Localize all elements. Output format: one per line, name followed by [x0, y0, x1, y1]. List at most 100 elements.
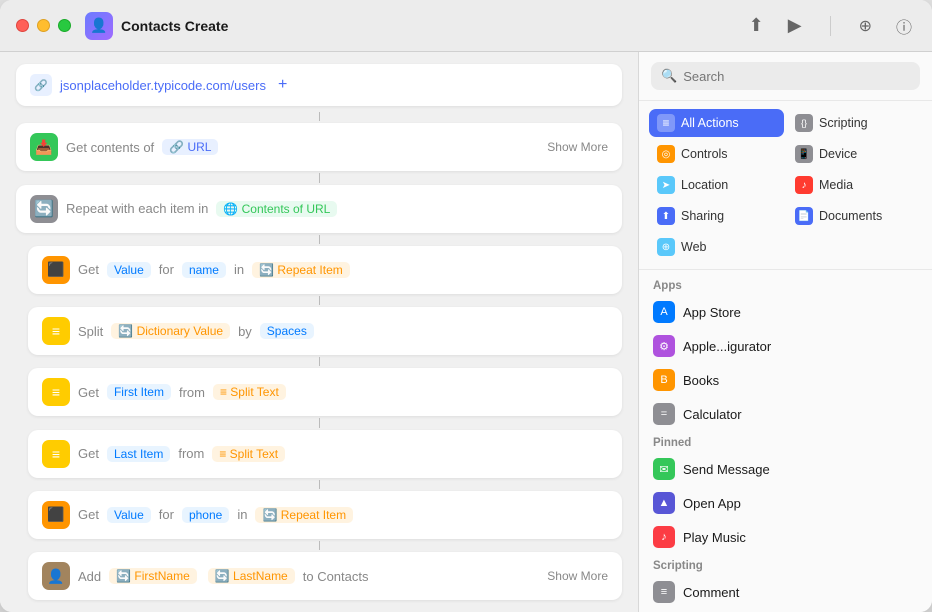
- cat-documents-icon: 📄: [795, 207, 813, 225]
- get-value-phone-icon: ⬛: [42, 501, 70, 529]
- action-calculator[interactable]: = Calculator: [639, 397, 932, 431]
- cat-device[interactable]: 📱 Device: [787, 140, 922, 168]
- cat-documents[interactable]: 📄 Documents: [787, 202, 922, 230]
- actions-sidebar: 🔍 ≡ All Actions {} Scripting ◎ Controls: [638, 52, 932, 612]
- repeat-card[interactable]: 🔄 Repeat with each item in 🌐 Contents of…: [16, 185, 622, 233]
- cat-scripting-icon: {}: [795, 114, 813, 132]
- value-token-2[interactable]: Value: [107, 507, 151, 523]
- repeat-item-token-2[interactable]: 🔄 Repeat Item: [255, 507, 353, 523]
- first-item-token[interactable]: First Item: [107, 384, 171, 400]
- get-last-label: Get: [78, 446, 99, 461]
- cat-sharing-icon: ⬆: [657, 207, 675, 225]
- name-token[interactable]: name: [182, 262, 226, 278]
- for-label-2: for: [159, 507, 174, 522]
- url-add-icon[interactable]: +: [278, 76, 287, 94]
- lastname-token[interactable]: 🔄 LastName: [208, 568, 295, 584]
- cat-sharing-label: Sharing: [681, 209, 724, 223]
- get-first-card[interactable]: ≡ Get First Item from ≡ Split Text: [28, 368, 622, 416]
- cat-scripting-label: Scripting: [819, 116, 868, 130]
- spaces-token[interactable]: Spaces: [260, 323, 314, 339]
- workflow-panel: 🔗 jsonplaceholder.typicode.com/users + 📥…: [0, 52, 638, 612]
- cat-media-icon: ♪: [795, 176, 813, 194]
- get-value-phone-card[interactable]: ⬛ Get Value for phone in 🔄 Repeat Item: [28, 491, 622, 539]
- url-link-icon: 🔗: [30, 74, 52, 96]
- cat-web-label: Web: [681, 240, 706, 254]
- get-first-icon: ≡: [42, 378, 70, 406]
- cat-location[interactable]: ➤ Location: [649, 171, 784, 199]
- get-value-name-card[interactable]: ⬛ Get Value for name in 🔄 Repeat Item: [28, 246, 622, 294]
- dict-value-token[interactable]: 🔄 Dictionary Value: [111, 323, 230, 339]
- cat-media-label: Media: [819, 178, 853, 192]
- titlebar: 👤 Contacts Create ⬆ ▶ ⊕ ⓘ: [0, 0, 932, 52]
- repeat-item-token-1[interactable]: 🔄 Repeat Item: [252, 262, 350, 278]
- url-text: jsonplaceholder.typicode.com/users: [60, 78, 266, 93]
- comment-icon: ≡: [653, 581, 675, 603]
- contents-token[interactable]: 🌐 Contents of URL: [216, 201, 337, 217]
- maximize-button[interactable]: [58, 19, 71, 32]
- search-icon: 🔍: [661, 68, 677, 84]
- cat-sharing[interactable]: ⬆ Sharing: [649, 202, 784, 230]
- url-bar[interactable]: 🔗 jsonplaceholder.typicode.com/users +: [16, 64, 622, 106]
- apps-section-header: Apps: [639, 274, 932, 295]
- add-contact-show-more[interactable]: Show More: [547, 569, 608, 583]
- url-token[interactable]: 🔗 URL: [162, 139, 218, 155]
- cat-all-actions-icon: ≡: [657, 114, 675, 132]
- split-label: Split: [78, 324, 103, 339]
- cat-location-label: Location: [681, 178, 728, 192]
- books-label: Books: [683, 373, 719, 388]
- search-bar: 🔍: [639, 52, 932, 101]
- add-contact-card[interactable]: 👤 Add 🔄 FirstName 🔄 LastName to Contacts…: [28, 552, 622, 600]
- connector-2: [319, 173, 320, 182]
- get-contents-card[interactable]: 📥 Get contents of 🔗 URL Show More: [16, 123, 622, 171]
- cat-media[interactable]: ♪ Media: [787, 171, 922, 199]
- get-contents-label-before: Get contents of: [66, 140, 154, 155]
- phone-token[interactable]: phone: [182, 507, 229, 523]
- action-play-music[interactable]: ♪ Play Music: [639, 520, 932, 554]
- action-open-app[interactable]: ▲ Open App: [639, 486, 932, 520]
- add-action-button[interactable]: ⊕: [855, 12, 876, 40]
- for-label: for: [159, 262, 174, 277]
- cat-scripting[interactable]: {} Scripting: [787, 109, 922, 137]
- action-apple-configurator[interactable]: ⚙ Apple...igurator: [639, 329, 932, 363]
- action-app-store[interactable]: A App Store: [639, 295, 932, 329]
- apple-configurator-icon: ⚙: [653, 335, 675, 357]
- share-button[interactable]: ⬆: [745, 11, 768, 40]
- split-card[interactable]: ≡ Split 🔄 Dictionary Value by Spaces: [28, 307, 622, 355]
- action-books[interactable]: B Books: [639, 363, 932, 397]
- last-item-token[interactable]: Last Item: [107, 446, 170, 462]
- close-button[interactable]: [16, 19, 29, 32]
- from-label-2: from: [178, 446, 204, 461]
- cat-all-actions[interactable]: ≡ All Actions: [649, 109, 784, 137]
- play-button[interactable]: ▶: [784, 11, 806, 40]
- split-text-token-1[interactable]: ≡ Split Text: [213, 384, 286, 400]
- get-contents-icon: 📥: [30, 133, 58, 161]
- open-app-label: Open App: [683, 496, 741, 511]
- action-send-message[interactable]: ✉ Send Message: [639, 452, 932, 486]
- firstname-token[interactable]: 🔄 FirstName: [109, 568, 197, 584]
- add-label: Add: [78, 569, 101, 584]
- main-content: 🔗 jsonplaceholder.typicode.com/users + 📥…: [0, 52, 932, 612]
- calculator-icon: =: [653, 403, 675, 425]
- cat-web[interactable]: ⊕ Web: [649, 233, 784, 261]
- cat-controls[interactable]: ◎ Controls: [649, 140, 784, 168]
- value-token[interactable]: Value: [107, 262, 151, 278]
- repeat-icon: 🔄: [30, 195, 58, 223]
- send-message-icon: ✉: [653, 458, 675, 480]
- minimize-button[interactable]: [37, 19, 50, 32]
- in-label-2: in: [237, 507, 247, 522]
- app-store-icon: A: [653, 301, 675, 323]
- by-label: by: [238, 324, 252, 339]
- search-wrap[interactable]: 🔍: [651, 62, 920, 90]
- action-comment[interactable]: ≡ Comment: [639, 575, 932, 609]
- split-text-token-2[interactable]: ≡ Split Text: [212, 446, 285, 462]
- info-button[interactable]: ⓘ: [892, 10, 916, 42]
- app-icon: 👤: [85, 12, 113, 40]
- connector-3: [319, 235, 320, 244]
- connector-1: [319, 112, 320, 121]
- search-input[interactable]: [683, 69, 910, 84]
- comment-label: Comment: [683, 585, 739, 600]
- cat-all-actions-label: All Actions: [681, 116, 739, 130]
- cat-controls-icon: ◎: [657, 145, 675, 163]
- get-contents-show-more[interactable]: Show More: [547, 140, 608, 154]
- get-last-card[interactable]: ≡ Get Last Item from ≡ Split Text: [28, 430, 622, 478]
